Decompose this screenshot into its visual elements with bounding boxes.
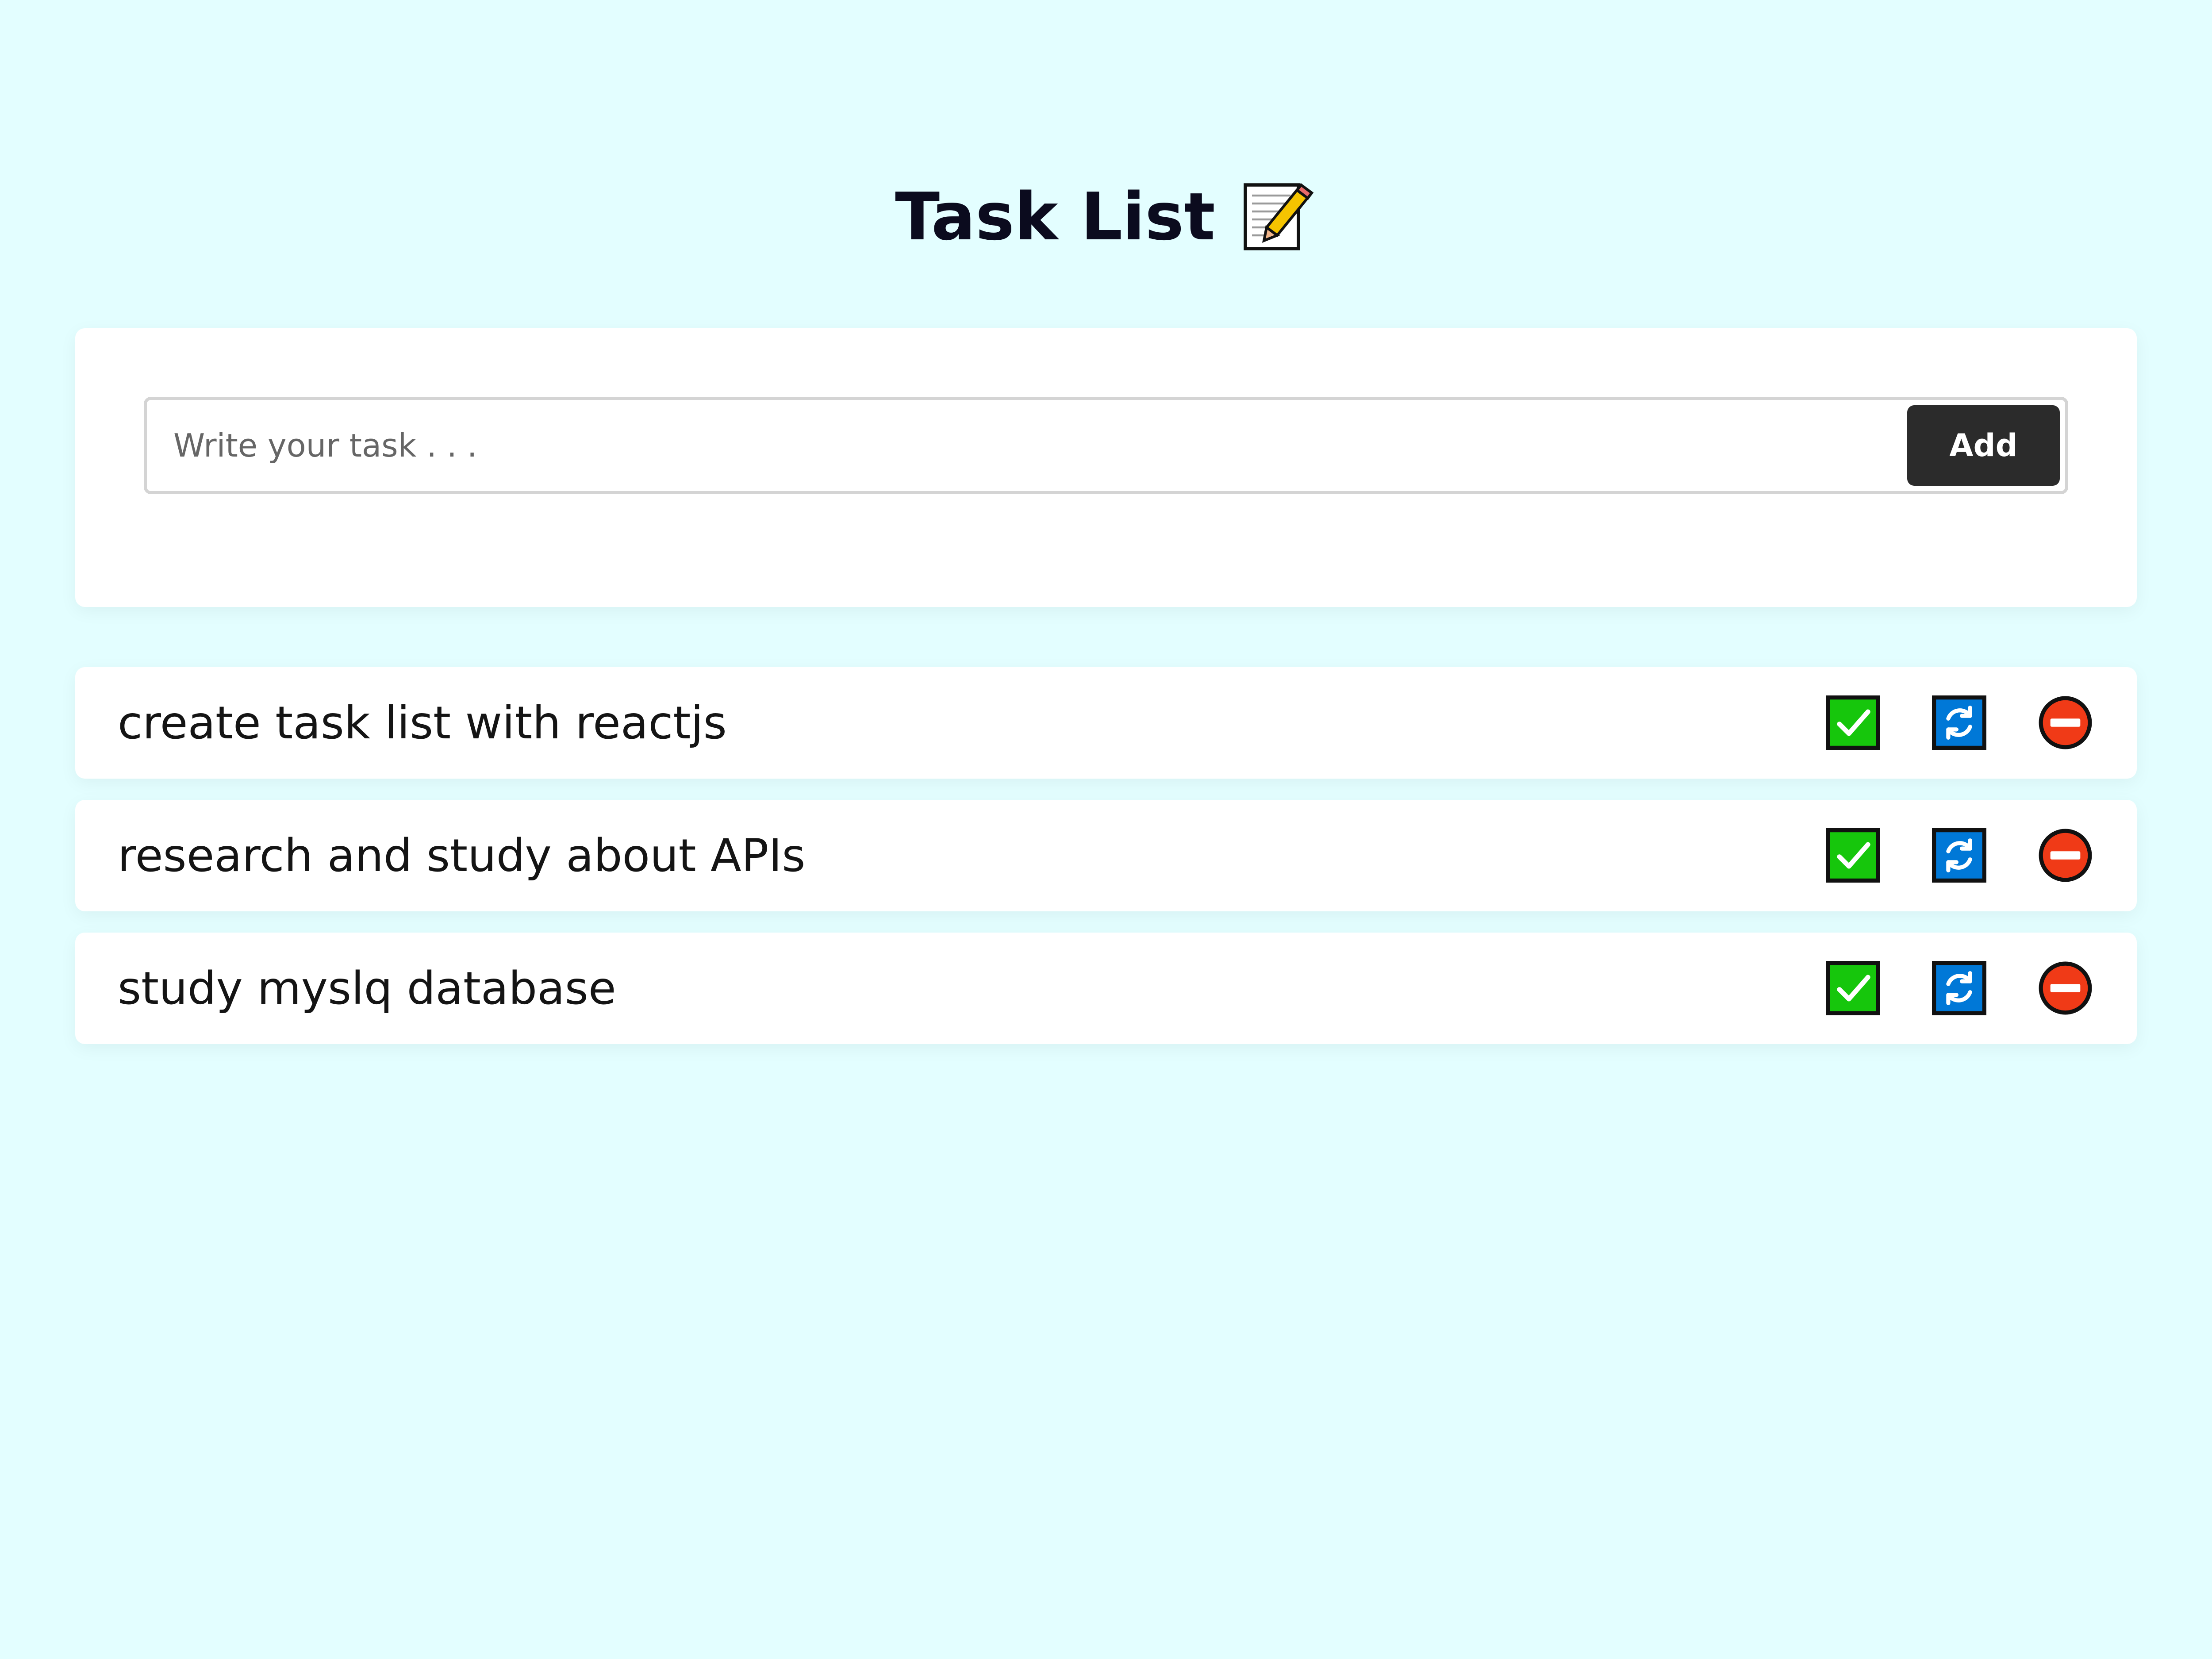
refresh-icon[interactable]	[1932, 961, 1986, 1015]
remove-icon[interactable]	[2038, 695, 2093, 750]
remove-icon[interactable]	[2038, 961, 2093, 1015]
task-text: research and study about APIs	[118, 829, 806, 882]
task-actions	[1826, 828, 2093, 883]
check-icon[interactable]	[1826, 695, 1880, 750]
check-icon[interactable]	[1826, 961, 1880, 1015]
header: Task List	[0, 164, 2212, 270]
task-text: study myslq database	[118, 962, 616, 1015]
task-item: create task list with reactjs	[75, 667, 2137, 779]
task-actions	[1826, 961, 2093, 1015]
refresh-icon[interactable]	[1932, 828, 1986, 883]
check-icon[interactable]	[1826, 828, 1880, 883]
task-item: research and study about APIs	[75, 800, 2137, 911]
page-title: Task List	[895, 179, 1215, 255]
task-input-group: Add	[144, 397, 2068, 494]
remove-icon[interactable]	[2038, 828, 2093, 883]
task-text: create task list with reactjs	[118, 696, 727, 749]
task-input[interactable]	[173, 400, 1855, 491]
task-form-card: Add	[75, 328, 2137, 607]
task-item: study myslq database	[75, 933, 2137, 1044]
task-actions	[1826, 695, 2093, 750]
notepad-pencil-icon	[1237, 177, 1317, 257]
add-button[interactable]: Add	[1907, 405, 2060, 486]
refresh-icon[interactable]	[1932, 695, 1986, 750]
